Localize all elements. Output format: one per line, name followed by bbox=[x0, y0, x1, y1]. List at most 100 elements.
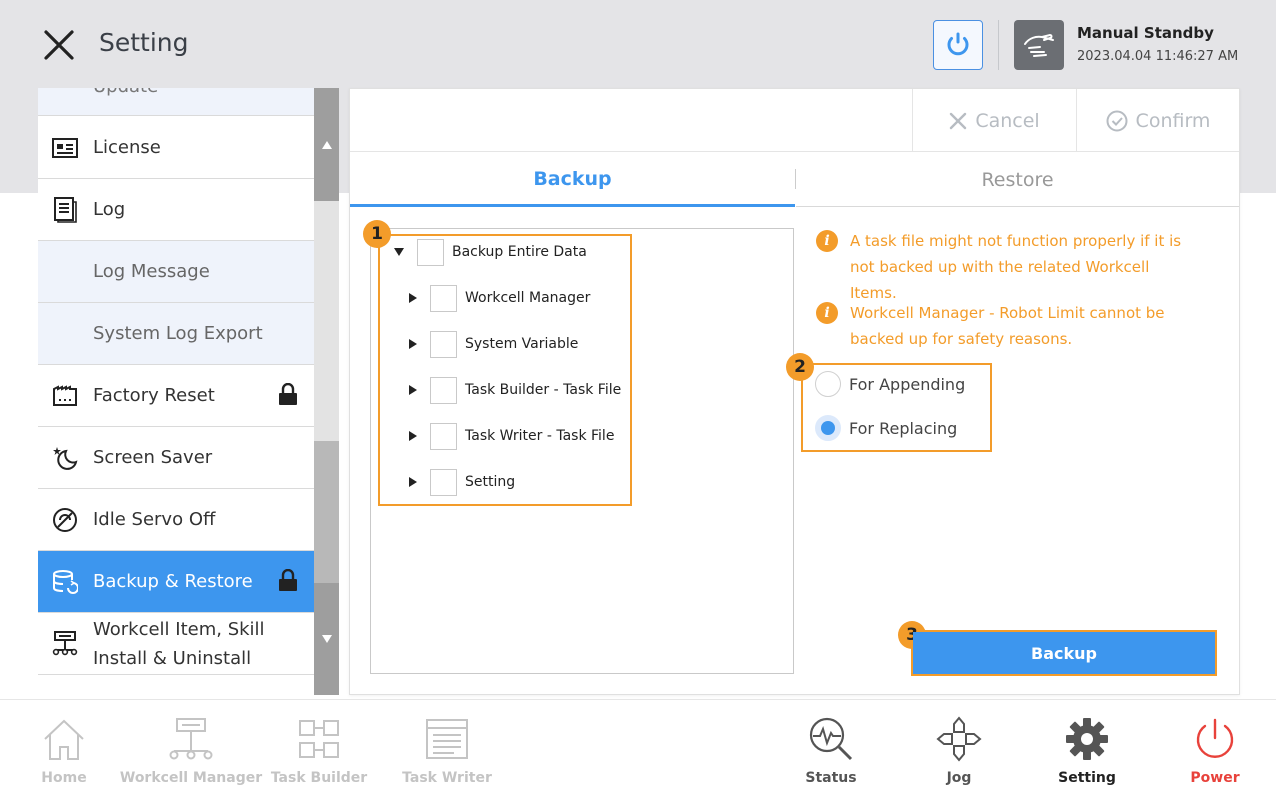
tree-item-label: Setting bbox=[465, 474, 516, 490]
radio-button[interactable] bbox=[815, 371, 841, 397]
tree-row-task-builder: Task Builder - Task File bbox=[409, 376, 621, 404]
sidebar-item-license[interactable]: License bbox=[38, 117, 314, 179]
radio-label: For Appending bbox=[849, 374, 966, 394]
checkbox-setting[interactable] bbox=[430, 468, 457, 496]
datetime-label: 2023.04.04 11:46:27 AM bbox=[1077, 49, 1239, 64]
expand-right-icon[interactable] bbox=[409, 339, 417, 349]
expand-right-icon[interactable] bbox=[409, 293, 417, 303]
sidebar-item-update[interactable]: Update bbox=[38, 88, 314, 116]
tree-item-label: System Variable bbox=[465, 336, 579, 352]
power-icon bbox=[1191, 716, 1239, 762]
tree-row-workcell-manager: Workcell Manager bbox=[409, 284, 590, 312]
cancel-button[interactable]: Cancel bbox=[912, 89, 1076, 152]
nav-label: Jog bbox=[946, 770, 972, 786]
tree-item-label: Task Builder - Task File bbox=[465, 382, 622, 398]
sidebar-item-label: Update bbox=[93, 88, 158, 97]
sidebar-item-label: Idle Servo Off bbox=[93, 509, 216, 530]
sidebar-item-log[interactable]: Log bbox=[38, 179, 314, 241]
sidebar-item-workcell-install[interactable]: Workcell Item, Skill Install & Uninstall bbox=[38, 613, 314, 675]
nav-label: Status bbox=[805, 770, 857, 786]
scroll-down-button[interactable] bbox=[314, 583, 339, 695]
expand-down-icon[interactable] bbox=[394, 248, 404, 256]
checkbox-workcell-manager[interactable] bbox=[430, 284, 457, 312]
nav-label: Task Builder bbox=[270, 770, 368, 786]
expand-right-icon[interactable] bbox=[409, 477, 417, 487]
license-icon bbox=[52, 135, 78, 161]
nav-home[interactable]: Home bbox=[0, 700, 128, 797]
tab-restore[interactable]: Restore bbox=[796, 153, 1239, 207]
tree-row-setting: Setting bbox=[409, 468, 515, 496]
sidebar-item-label: System Log Export bbox=[93, 323, 263, 344]
radio-for-appending[interactable]: For Appending bbox=[815, 371, 965, 397]
tree-item-label: Task Writer - Task File bbox=[465, 428, 615, 444]
jog-icon bbox=[935, 716, 983, 762]
nav-label: Workcell Manager bbox=[119, 770, 263, 786]
nav-setting[interactable]: Setting bbox=[1023, 700, 1151, 797]
checkbox-task-writer-file[interactable] bbox=[430, 422, 457, 450]
close-icon[interactable] bbox=[40, 26, 78, 64]
database-icon bbox=[52, 569, 78, 595]
nav-task-builder[interactable]: Task Builder bbox=[255, 700, 383, 797]
scrollbar-thumb[interactable] bbox=[314, 441, 339, 583]
sidebar-item-label: Factory Reset bbox=[93, 385, 215, 406]
moon-icon bbox=[52, 445, 78, 471]
nav-label: Home bbox=[41, 770, 87, 786]
robot-mode-label: Manual Standby bbox=[1077, 24, 1214, 42]
radio-for-replacing[interactable]: For Replacing bbox=[815, 415, 957, 441]
action-bar: Cancel Confirm bbox=[350, 89, 1239, 152]
settings-sidebar: Update License Log Log Message System Lo… bbox=[38, 88, 314, 695]
sidebar-item-label: License bbox=[93, 137, 161, 158]
highlight-box-1 bbox=[378, 234, 632, 506]
tree-item-label: Workcell Manager bbox=[465, 290, 591, 306]
sidebar-item-screen-saver[interactable]: Screen Saver bbox=[38, 427, 314, 489]
servo-toggle-button[interactable] bbox=[933, 20, 983, 70]
log-icon bbox=[52, 196, 78, 223]
gear-icon bbox=[1063, 716, 1111, 762]
backup-restore-panel: Cancel Confirm Backup Restore 1 Backup E… bbox=[349, 88, 1240, 695]
lock-icon bbox=[278, 568, 298, 595]
scroll-up-button[interactable] bbox=[314, 88, 339, 201]
radio-label: For Replacing bbox=[849, 418, 958, 438]
sidebar-item-label: Backup & Restore bbox=[93, 571, 253, 592]
sidebar-item-factory-reset[interactable]: Factory Reset bbox=[38, 365, 314, 427]
expand-right-icon[interactable] bbox=[409, 431, 417, 441]
warning-text: A task file might not function properly … bbox=[850, 232, 1182, 302]
caret-up-icon bbox=[321, 140, 332, 149]
radio-button-selected[interactable] bbox=[815, 415, 841, 441]
sidebar-item-log-message[interactable]: Log Message bbox=[38, 241, 314, 303]
info-icon: i bbox=[816, 302, 838, 324]
checkbox-task-builder-file[interactable] bbox=[430, 376, 457, 404]
checkbox-backup-entire-data[interactable] bbox=[417, 238, 444, 266]
backup-button[interactable]: Backup bbox=[913, 632, 1215, 674]
header-divider bbox=[998, 20, 999, 70]
tree-row-task-writer: Task Writer - Task File bbox=[409, 422, 614, 450]
workcell-manager-icon bbox=[167, 716, 215, 762]
check-circle-icon bbox=[1106, 110, 1128, 131]
nav-label: Power bbox=[1190, 770, 1240, 786]
nav-jog[interactable]: Jog bbox=[895, 700, 1023, 797]
nav-power[interactable]: Power bbox=[1151, 700, 1276, 797]
sidebar-item-backup-restore[interactable]: Backup & Restore bbox=[38, 551, 314, 613]
tree-row-root: Backup Entire Data bbox=[394, 238, 587, 266]
callout-badge-2: 2 bbox=[786, 353, 814, 381]
workcell-icon bbox=[52, 630, 78, 657]
tab-backup[interactable]: Backup bbox=[350, 153, 795, 207]
home-icon bbox=[40, 716, 88, 762]
expand-right-icon[interactable] bbox=[409, 385, 417, 395]
confirm-label: Confirm bbox=[1135, 109, 1211, 132]
sidebar-item-label: Log bbox=[93, 199, 126, 220]
sidebar-item-idle-servo-off[interactable]: Idle Servo Off bbox=[38, 489, 314, 551]
callout-badge-1: 1 bbox=[363, 220, 391, 248]
confirm-button[interactable]: Confirm bbox=[1076, 89, 1239, 152]
page-title: Setting bbox=[99, 28, 189, 57]
servo-power-icon bbox=[947, 32, 969, 56]
nav-task-writer[interactable]: Task Writer bbox=[383, 700, 511, 797]
sidebar-item-label: Workcell Item, Skill Install & Uninstall bbox=[93, 618, 265, 669]
cancel-label: Cancel bbox=[975, 109, 1040, 132]
nav-workcell-manager[interactable]: Workcell Manager bbox=[120, 700, 262, 797]
nav-status[interactable]: Status bbox=[767, 700, 895, 797]
nav-label: Setting bbox=[1058, 770, 1116, 786]
sidebar-item-system-log-export[interactable]: System Log Export bbox=[38, 303, 314, 365]
tree-root-label: Backup Entire Data bbox=[452, 244, 587, 260]
checkbox-system-variable[interactable] bbox=[430, 330, 457, 358]
